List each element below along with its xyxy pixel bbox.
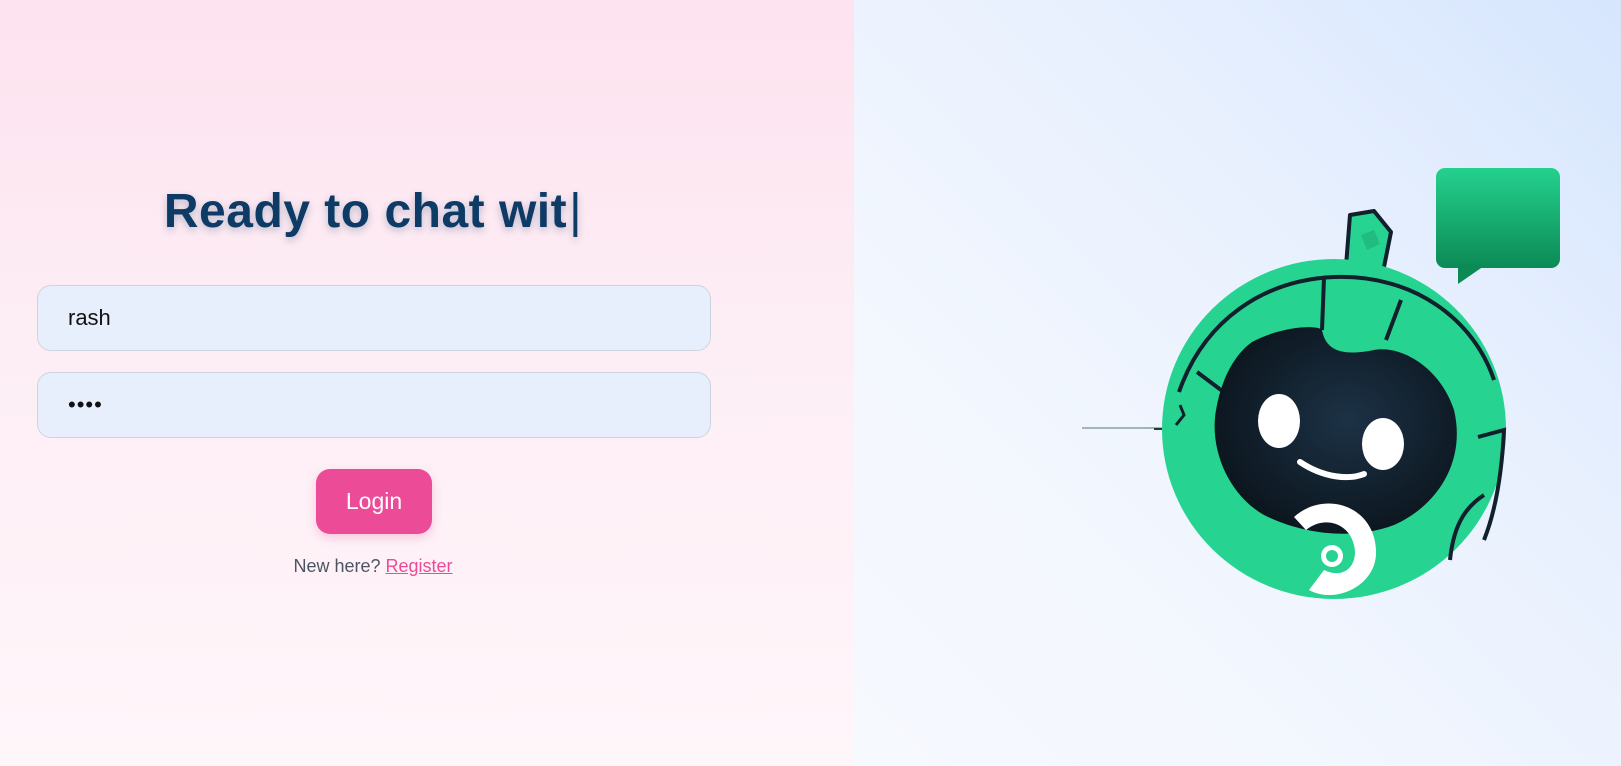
login-page: Ready to chat wit| Login New here? Regis… bbox=[0, 0, 1621, 766]
page-title: Ready to chat wit| bbox=[0, 184, 746, 240]
register-prompt: New here? bbox=[293, 556, 381, 576]
robot-head-icon bbox=[1162, 259, 1507, 599]
chat-bubble-icon bbox=[1436, 168, 1560, 284]
password-input[interactable] bbox=[37, 372, 711, 438]
register-line: New here? Register bbox=[0, 556, 746, 577]
login-panel: Ready to chat wit| Login New here? Regis… bbox=[0, 0, 854, 766]
username-input[interactable] bbox=[37, 285, 711, 351]
headline-text: Ready to chat wit bbox=[163, 185, 568, 238]
illustration-panel bbox=[854, 0, 1621, 766]
typing-caret: | bbox=[569, 185, 583, 238]
register-link[interactable]: Register bbox=[386, 556, 453, 576]
robot-mascot-icon bbox=[1082, 168, 1560, 599]
login-button[interactable]: Login bbox=[316, 469, 432, 534]
